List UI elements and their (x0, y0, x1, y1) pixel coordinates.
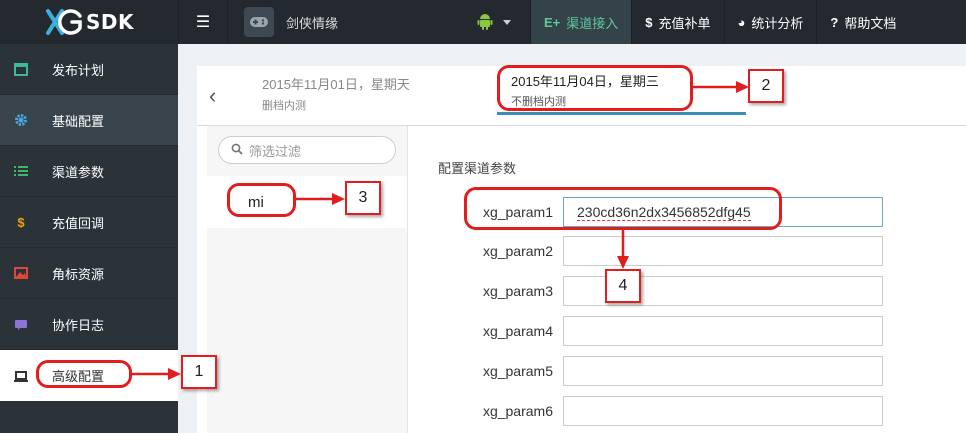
sidebar-item-label: 角标资源 (52, 266, 105, 282)
game-name: 剑侠情缘 (286, 15, 339, 31)
sidebar-item-release-plan[interactable]: 发布计划 (0, 44, 178, 95)
form-title: 配置渠道参数 (438, 161, 517, 176)
annotation-number-4: 4 (605, 269, 641, 303)
top-nav: E+ 渠道接入 $ 充值补单 ◕ 统计分析 ? 帮助文档 (530, 0, 909, 44)
version-stage: 删档内测 (262, 100, 306, 112)
list-menu-icon: ☰ (195, 14, 211, 31)
param-input[interactable] (563, 356, 883, 386)
nav-channel-access[interactable]: E+ 渠道接入 (530, 0, 632, 44)
top-bar: SDK ☰ 剑侠情缘 E+ 渠道接入 $ 充值补单 ◕ 统计分析 ? 帮助文档 (0, 0, 966, 44)
chevron-left-icon[interactable]: ‹ (209, 83, 216, 109)
param-input[interactable] (563, 316, 883, 346)
param-label: xg_param2 (482, 243, 553, 259)
channel-access-icon: E+ (544, 14, 561, 30)
param-input[interactable] (563, 236, 883, 266)
main-panel: ‹ 2015年11月01日，星期天 删档内测 2015年11月04日，星期三 不… (197, 66, 966, 433)
logo-text: SDK (85, 10, 134, 34)
sidebar-item-label: 发布计划 (52, 62, 105, 78)
param-input[interactable] (563, 396, 883, 426)
gamepad-icon (244, 7, 274, 37)
filter-placeholder: 筛选过滤 (249, 143, 302, 159)
help-icon: ? (830, 14, 839, 30)
annotation-highlight-2 (497, 65, 693, 111)
param-label: xg_param6 (482, 403, 553, 419)
nav-recharge-fix[interactable]: $ 充值补单 (631, 0, 723, 44)
version-date: 2015年11月01日，星期天 (262, 77, 410, 92)
calendar-icon (14, 62, 28, 76)
annotation-highlight-4 (464, 187, 782, 230)
nav-statistics[interactable]: ◕ 统计分析 (723, 0, 817, 44)
app-logo[interactable]: SDK (0, 0, 178, 44)
android-icon (477, 12, 493, 33)
annotation-number-2: 2 (748, 69, 784, 103)
param-label: xg_param5 (482, 363, 553, 379)
nav-label: 统计分析 (751, 15, 804, 31)
sidebar-item-label: 基础配置 (52, 113, 105, 129)
chat-icon (14, 317, 28, 331)
nav-label: 帮助文档 (844, 15, 897, 31)
image-icon (14, 266, 28, 280)
sidebar-item-label: 渠道参数 (52, 164, 105, 180)
param-label: xg_param3 (482, 283, 553, 299)
pie-chart-icon: ◕ (737, 14, 746, 30)
xg-logo-icon (44, 7, 84, 37)
nav-help-docs[interactable]: ? 帮助文档 (816, 0, 909, 44)
dollar-icon: $ (17, 214, 25, 230)
annotation-highlight-3 (227, 183, 296, 217)
dollar-icon: $ (645, 14, 653, 30)
annotation-highlight-1 (36, 360, 132, 388)
nav-label: 渠道接入 (566, 15, 619, 31)
annotation-number-1: 1 (181, 355, 217, 389)
search-icon (231, 143, 243, 158)
version-tab-1[interactable]: 2015年11月01日，星期天 删档内测 (262, 74, 410, 113)
annotation-number-3: 3 (345, 181, 381, 215)
chevron-down-icon (503, 19, 511, 25)
sidebar-item-badge-resources[interactable]: 角标资源 (0, 248, 178, 299)
sidebar-item-recharge-callback[interactable]: $ 充值回调 (0, 197, 178, 248)
sidebar-item-label: 协作日志 (52, 317, 105, 333)
gear-icon (14, 113, 28, 127)
menu-toggle-button[interactable]: ☰ (178, 0, 228, 44)
platform-dropdown[interactable] (462, 0, 526, 44)
sidebar-item-channel-params[interactable]: 渠道参数 (0, 146, 178, 197)
sidebar-item-basic-config[interactable]: 基础配置 (0, 95, 178, 146)
laptop-icon (14, 369, 28, 383)
filter-input[interactable]: 筛选过滤 (218, 136, 396, 164)
sidebar-item-label: 充值回调 (52, 215, 105, 231)
param-label: xg_param4 (482, 323, 553, 339)
game-selector[interactable]: 剑侠情缘 (232, 0, 338, 44)
nav-label: 充值补单 (658, 15, 711, 31)
list-icon (14, 164, 28, 178)
channel-list: 筛选过滤 mi (207, 126, 408, 433)
sidebar-item-collab-log[interactable]: 协作日志 (0, 299, 178, 350)
